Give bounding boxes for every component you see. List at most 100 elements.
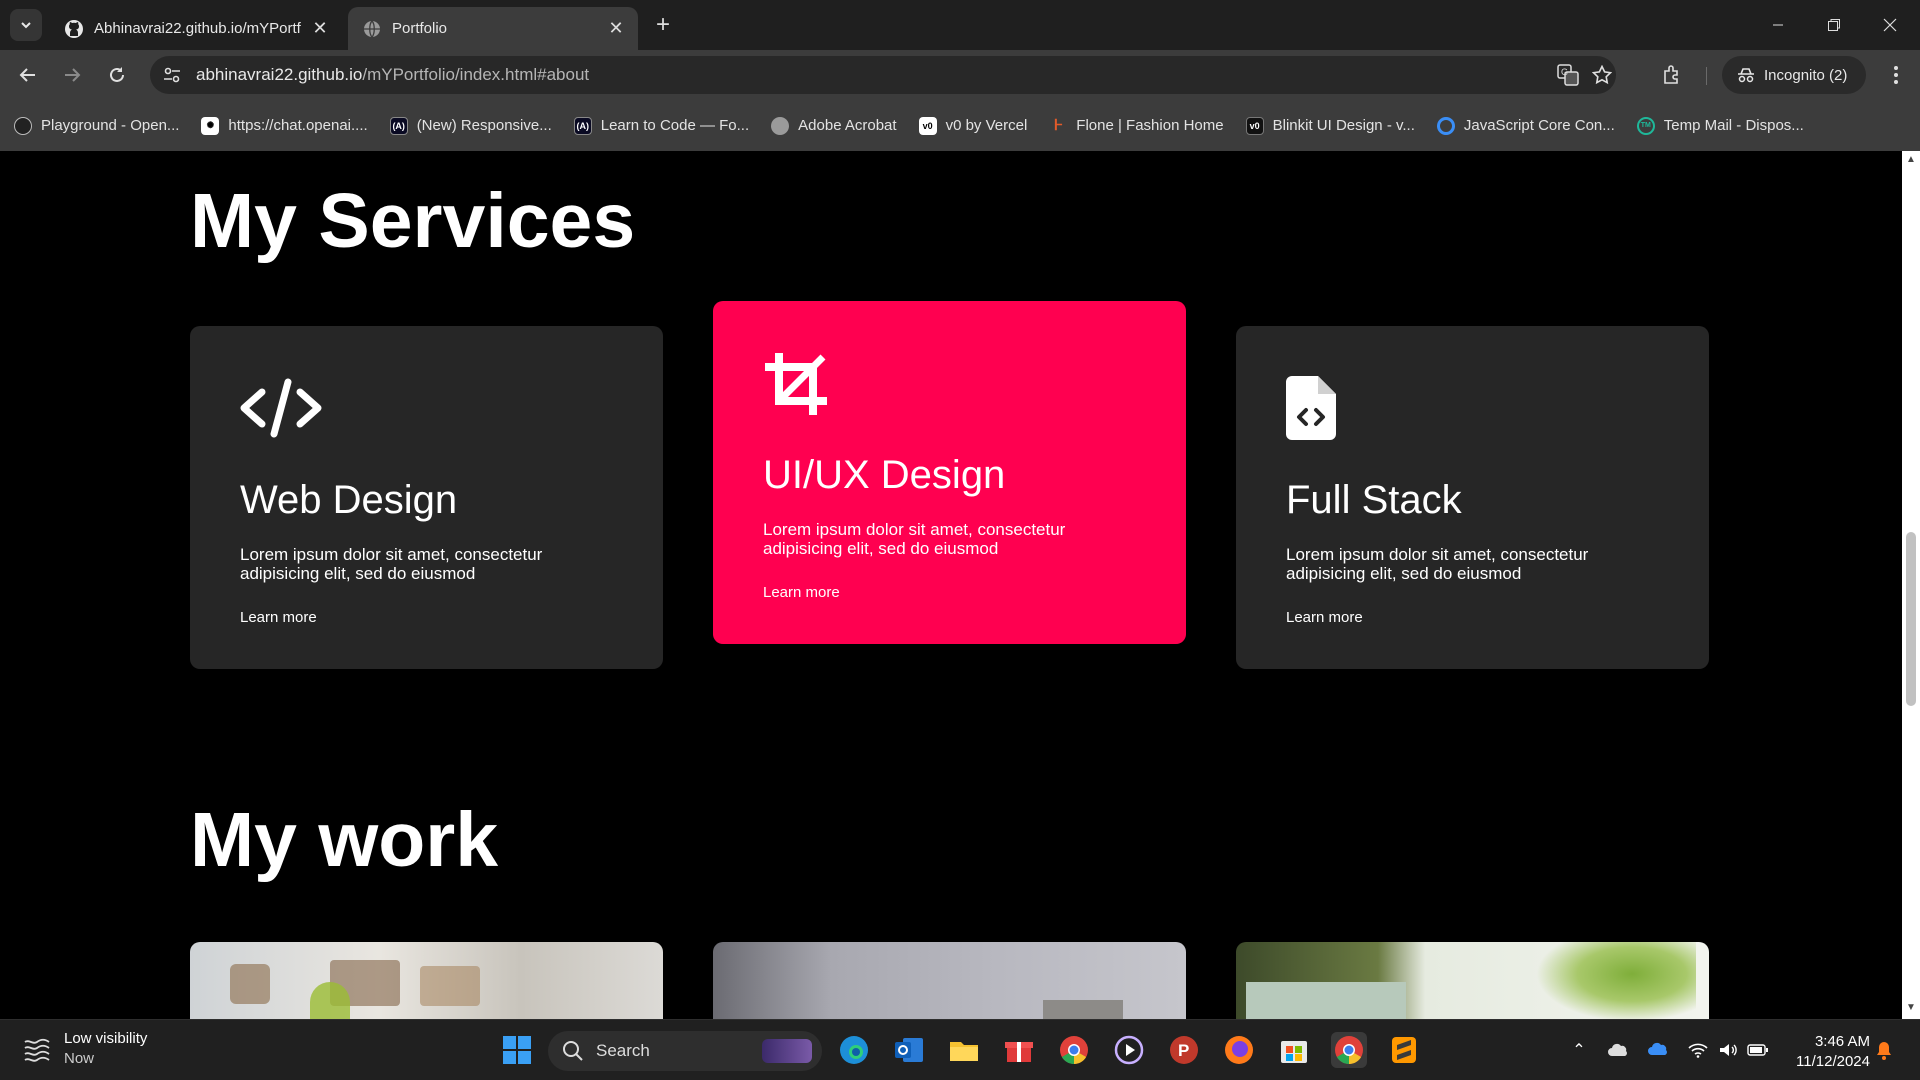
minimize-button[interactable]: [1750, 0, 1806, 50]
browser-menu-button[interactable]: [1880, 59, 1912, 91]
work-image-shape: [230, 964, 270, 1004]
restore-icon: [1828, 19, 1840, 31]
bookmark-item[interactable]: (A) (New) Responsive...: [389, 116, 552, 135]
work-thumbnail[interactable]: [713, 942, 1186, 1019]
work-image-shape: [1246, 982, 1406, 1019]
work-image-shape: [1043, 1000, 1123, 1019]
tempmail-icon: TM: [1636, 116, 1655, 135]
gift-icon[interactable]: [1001, 1032, 1037, 1068]
weather-widget[interactable]: Low visibility Now: [22, 1030, 147, 1067]
work-image-shape: [420, 966, 480, 1006]
weather-subtitle: Now: [64, 1050, 95, 1067]
service-description: Lorem ipsum dolor sit amet, consectetur …: [240, 545, 543, 583]
bookmark-label: Adobe Acrobat: [798, 117, 897, 134]
kebab-menu-icon: [1894, 66, 1898, 84]
incognito-button[interactable]: Incognito (2): [1722, 56, 1866, 94]
scroll-down-icon[interactable]: ▼: [1906, 1003, 1916, 1013]
media-player-icon[interactable]: [1111, 1032, 1147, 1068]
notification-bell-icon[interactable]: [1872, 1038, 1896, 1062]
store-icon[interactable]: [1276, 1032, 1312, 1068]
wifi-icon[interactable]: [1686, 1038, 1710, 1062]
clock-date: 11/12/2024: [1796, 1053, 1870, 1070]
bookmark-label: Playground - Open...: [41, 117, 180, 134]
chrome-icon[interactable]: [1056, 1032, 1092, 1068]
bookmark-item[interactable]: JavaScript Core Con...: [1436, 116, 1615, 135]
tab-search-button[interactable]: [10, 9, 42, 41]
chevron-up-icon[interactable]: ⌃: [1567, 1038, 1591, 1062]
work-thumbnail[interactable]: [1236, 942, 1709, 1019]
edge-icon[interactable]: [836, 1032, 872, 1068]
close-tab-icon[interactable]: ✕: [606, 18, 626, 39]
url-path: /mYPortfolio/index.html#about: [362, 65, 590, 84]
extensions-icon[interactable]: [1660, 63, 1684, 87]
onedrive-icon[interactable]: [1606, 1038, 1630, 1062]
service-card-full-stack[interactable]: Full Stack Lorem ipsum dolor sit amet, c…: [1236, 326, 1709, 669]
service-title: Web Design: [240, 478, 458, 522]
bookmark-item[interactable]: v0 Blinkit UI Design - v...: [1245, 116, 1415, 135]
learn-more-link[interactable]: Learn more: [1286, 609, 1659, 626]
address-bar[interactable]: abhinavrai22.github.io/mYPortfolio/index…: [150, 56, 1616, 94]
new-tab-button[interactable]: +: [650, 11, 676, 38]
bookmark-label: Learn to Code — Fo...: [600, 117, 750, 134]
browser-toolbar: abhinavrai22.github.io/mYPortfolio/index…: [0, 50, 1920, 100]
bookmark-item[interactable]: Adobe Acrobat: [771, 116, 897, 135]
outlook-icon[interactable]: [891, 1032, 927, 1068]
firefox-icon[interactable]: [1221, 1032, 1257, 1068]
system-clock[interactable]: 3:46 AM 11/12/2024: [1780, 1032, 1870, 1072]
bookmark-label: Temp Mail - Dispos...: [1663, 117, 1804, 134]
sublime-icon[interactable]: [1386, 1032, 1422, 1068]
onedrive-sync-icon[interactable]: [1646, 1038, 1670, 1062]
translate-icon[interactable]: G: [1556, 63, 1580, 87]
url-host: abhinavrai22.github.io: [196, 65, 363, 84]
chrome-active-icon[interactable]: [1331, 1032, 1367, 1068]
tab-strip: Abhinavrai22.github.io/mYPortf ✕ Portfol…: [0, 0, 1920, 50]
bookmark-item[interactable]: Playground - Open...: [14, 116, 180, 135]
bookmarks-bar: Playground - Open... ✺ https://chat.opena…: [0, 100, 1920, 151]
url-text[interactable]: abhinavrai22.github.io/mYPortfolio/index…: [196, 56, 589, 94]
bookmark-item[interactable]: ✺ https://chat.openai....: [201, 116, 368, 135]
bookmark-label: Blinkit UI Design - v...: [1272, 117, 1415, 134]
page-scrollbar[interactable]: ▲ ▼: [1902, 151, 1920, 1019]
scroll-up-icon[interactable]: ▲: [1906, 155, 1916, 165]
service-title: Full Stack: [1286, 478, 1462, 522]
close-window-button[interactable]: [1862, 0, 1918, 50]
taskbar-search[interactable]: Search: [548, 1031, 822, 1071]
restore-button[interactable]: [1806, 0, 1862, 50]
globe-icon: [771, 116, 790, 135]
service-card-ui-ux-design[interactable]: UI/UX Design Lorem ipsum dolor sit amet,…: [713, 301, 1186, 644]
bookmark-label: Flone | Fashion Home: [1076, 117, 1224, 134]
volume-icon[interactable]: [1716, 1038, 1740, 1062]
bookmark-star-icon[interactable]: [1590, 63, 1614, 87]
start-button[interactable]: [499, 1032, 535, 1068]
service-card-web-design[interactable]: Web Design Lorem ipsum dolor sit amet, c…: [190, 326, 663, 669]
tab-title: Abhinavrai22.github.io/mYPortf: [94, 20, 301, 37]
work-heading: My work: [190, 797, 499, 883]
bookmark-item[interactable]: (A) Learn to Code — Fo...: [573, 116, 750, 135]
flone-icon: Ꮀ: [1054, 117, 1063, 134]
forward-button[interactable]: [56, 59, 88, 91]
bookmark-item[interactable]: Ꮀ Flone | Fashion Home: [1049, 117, 1223, 135]
back-button[interactable]: [12, 59, 44, 91]
svg-text:P: P: [1178, 1041, 1189, 1060]
service-title: UI/UX Design: [763, 453, 1006, 497]
postman-icon[interactable]: P: [1166, 1032, 1202, 1068]
learn-more-link[interactable]: Learn more: [240, 609, 613, 626]
services-heading: My Services: [190, 178, 636, 264]
learn-more-link[interactable]: Learn more: [763, 584, 1136, 601]
weather-title: Low visibility: [64, 1030, 148, 1047]
file-code-icon: [1286, 376, 1376, 446]
close-tab-icon[interactable]: ✕: [310, 18, 330, 39]
site-info-icon[interactable]: [160, 63, 184, 87]
scrollbar-thumb[interactable]: [1906, 532, 1916, 706]
tab-portfolio[interactable]: Portfolio ✕: [348, 7, 638, 50]
incognito-icon: [1736, 65, 1756, 85]
file-explorer-icon[interactable]: [946, 1032, 982, 1068]
work-image-shape: [1536, 942, 1696, 1019]
bookmark-item[interactable]: v0 v0 by Vercel: [918, 116, 1028, 135]
reload-button[interactable]: [101, 59, 133, 91]
battery-icon[interactable]: [1746, 1038, 1770, 1062]
bookmark-item[interactable]: TM Temp Mail - Dispos...: [1636, 116, 1804, 135]
work-thumbnail[interactable]: [190, 942, 663, 1019]
tab-github[interactable]: Abhinavrai22.github.io/mYPortf ✕: [50, 7, 342, 50]
bookmark-label: v0 by Vercel: [945, 117, 1028, 134]
